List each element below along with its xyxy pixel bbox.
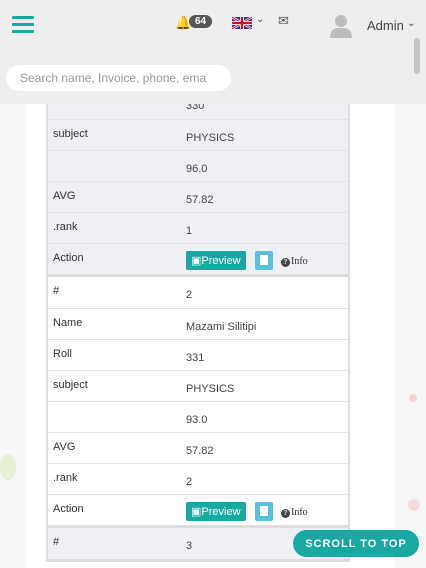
results-list: 330 subject PHYSICS 96.0 AVG 57.82 .rank 1 … bbox=[46, 104, 350, 562]
row-label: .rank bbox=[53, 472, 78, 484]
row-label: # bbox=[53, 536, 60, 548]
user-avatar-icon[interactable] bbox=[330, 14, 352, 38]
results-panel: 330 subject PHYSICS 96.0 AVG 57.82 .rank 1 … bbox=[26, 104, 394, 568]
table-row: subject PHYSICS bbox=[48, 119, 348, 150]
row-label: Roll bbox=[53, 348, 72, 360]
row-value: 3 bbox=[186, 540, 193, 552]
table-row: 93.0 bbox=[48, 401, 348, 432]
scroll-to-top-button[interactable]: SCROLL TO TOP bbox=[293, 530, 419, 557]
row-label: subject bbox=[53, 379, 88, 391]
user-menu-chevron-down-icon[interactable]: ⌄ bbox=[407, 18, 415, 29]
row-value: 57.82 bbox=[186, 194, 214, 206]
row-value: PHYSICS bbox=[186, 383, 235, 395]
notification-badge: 64 bbox=[189, 15, 213, 28]
hamburger-menu-icon[interactable] bbox=[12, 16, 34, 36]
row-label: Action bbox=[53, 503, 84, 515]
info-link[interactable]: ? Info bbox=[281, 507, 308, 518]
row-label: .rank bbox=[53, 221, 78, 233]
scrollbar-thumb[interactable] bbox=[414, 38, 420, 74]
table-row: subject PHYSICS bbox=[48, 370, 348, 401]
preview-button-label: Preview bbox=[201, 255, 241, 267]
row-value: Mazami Silitipi bbox=[186, 321, 257, 333]
row-label: # bbox=[53, 285, 60, 297]
info-label: Info bbox=[291, 256, 308, 267]
row-value: 93.0 bbox=[186, 414, 208, 426]
table-row: Name Mazami Silitipi bbox=[48, 308, 348, 339]
language-chevron-down-icon[interactable]: ⌄ bbox=[256, 14, 264, 25]
top-header: 🔔 64 ⌄ ✉ Admin ⌄ bbox=[0, 0, 426, 104]
background-decoration-right bbox=[394, 104, 426, 568]
result-record: #2 Name Mazami Silitipi Roll 331 subject PH… bbox=[46, 277, 350, 528]
info-label: Info bbox=[291, 507, 308, 518]
question-icon: ? bbox=[281, 509, 290, 518]
row-label: subject bbox=[53, 128, 88, 140]
row-label: Action bbox=[53, 252, 84, 264]
row-value: 2 bbox=[186, 289, 193, 301]
row-value: 96.0 bbox=[186, 163, 208, 175]
envelope-icon[interactable]: ✉ bbox=[278, 13, 289, 29]
table-row: #2 bbox=[48, 277, 348, 308]
action-row: Action ▣Preview ? Info bbox=[48, 494, 348, 525]
question-icon: ? bbox=[281, 258, 290, 267]
row-label: AVG bbox=[53, 441, 76, 453]
preview-button[interactable]: ▣Preview bbox=[186, 502, 246, 521]
global-search-input[interactable] bbox=[6, 65, 231, 91]
row-label: Name bbox=[53, 317, 83, 329]
row-value: 330 bbox=[186, 104, 205, 112]
row-value: 331 bbox=[186, 352, 205, 364]
user-name-label[interactable]: Admin bbox=[367, 18, 404, 33]
info-link[interactable]: ? Info bbox=[281, 256, 308, 267]
row-value: 57.82 bbox=[186, 445, 214, 457]
table-row: Roll 331 bbox=[48, 339, 348, 370]
uk-flag-icon[interactable] bbox=[232, 17, 252, 29]
row-label: AVG bbox=[53, 190, 76, 202]
action-row: Action ▣Preview ? Info bbox=[48, 243, 348, 274]
table-row: AVG 57.82 bbox=[48, 181, 348, 212]
table-row: .rank 1 bbox=[48, 212, 348, 243]
row-value: PHYSICS bbox=[186, 132, 235, 144]
table-row: 330 bbox=[48, 104, 348, 119]
row-value: 1 bbox=[186, 225, 193, 237]
document-icon[interactable] bbox=[255, 502, 273, 521]
preview-button-label: Preview bbox=[201, 506, 241, 518]
row-value: 2 bbox=[186, 476, 193, 488]
table-row: .rank 2 bbox=[48, 463, 348, 494]
document-icon[interactable] bbox=[255, 251, 273, 270]
preview-button[interactable]: ▣Preview bbox=[186, 251, 246, 270]
background-decoration-left bbox=[0, 104, 26, 568]
table-row: 96.0 bbox=[48, 150, 348, 181]
result-record: 330 subject PHYSICS 96.0 AVG 57.82 .rank 1 … bbox=[46, 104, 350, 277]
table-row: AVG 57.82 bbox=[48, 432, 348, 463]
